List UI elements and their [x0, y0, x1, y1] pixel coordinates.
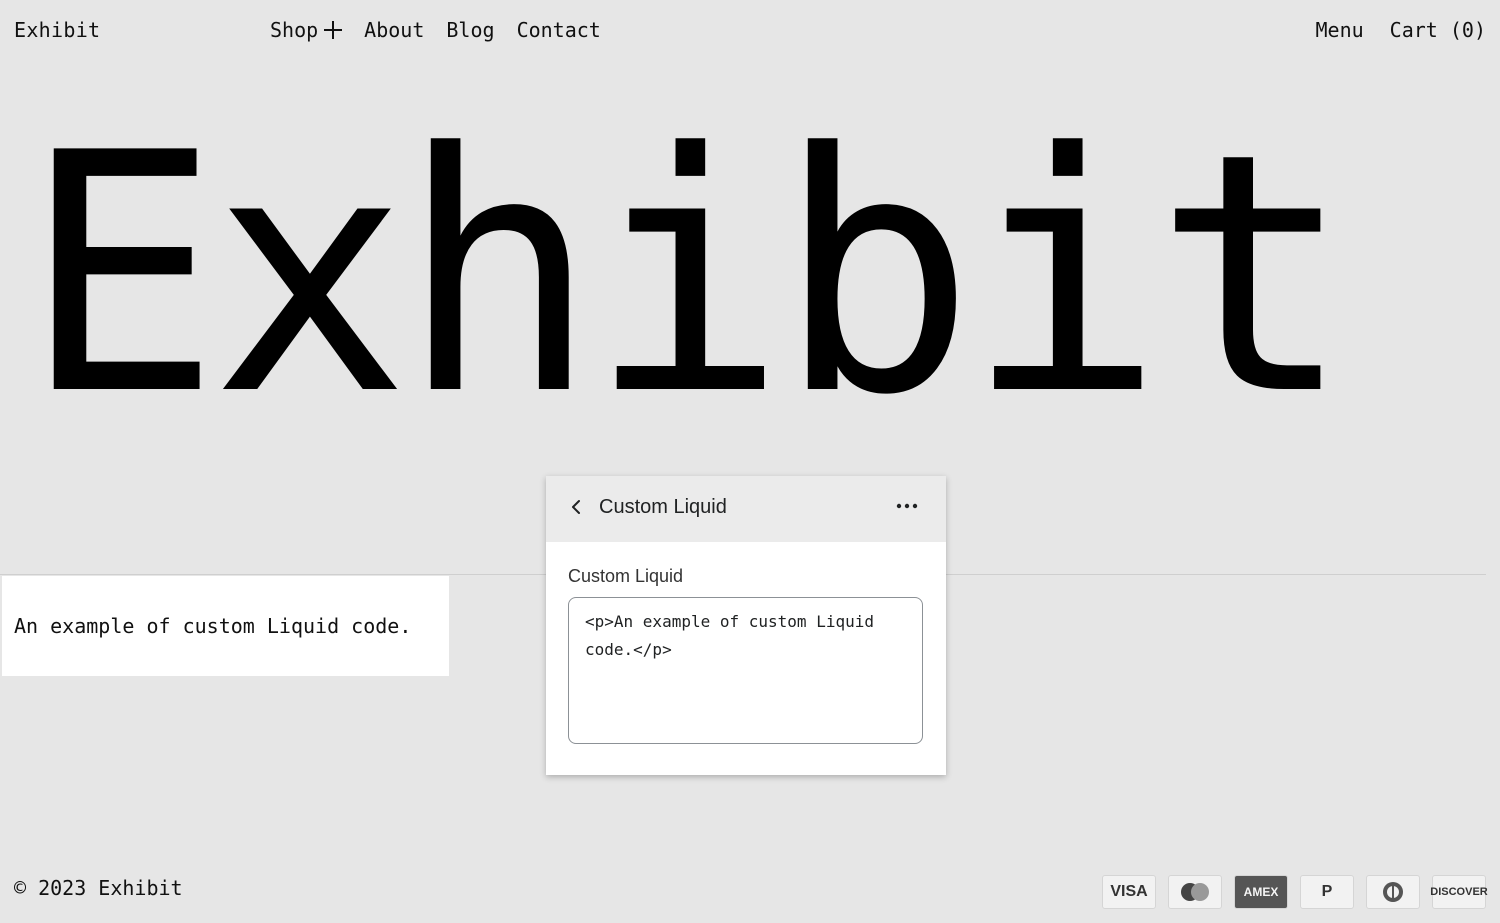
amex-label: AMEX	[1243, 885, 1279, 899]
custom-liquid-panel: Custom Liquid Custom Liquid <p>An exampl…	[546, 476, 946, 775]
nav-shop-label: Shop	[270, 18, 319, 42]
mastercard-icon	[1168, 875, 1222, 909]
main-nav: Shop About Blog Contact	[270, 18, 601, 42]
hero-title: Exhibit	[22, 83, 1353, 467]
chevron-left-icon[interactable]	[568, 498, 586, 516]
nav-contact-label: Contact	[516, 18, 601, 42]
visa-label: VISA	[1110, 883, 1148, 900]
diners-circle	[1383, 882, 1403, 902]
mastercard-circles	[1181, 883, 1209, 901]
custom-liquid-code-input[interactable]: <p>An example of custom Liquid code.</p>	[568, 597, 923, 744]
payment-icons: VISA AMEX P DISCOVER	[1102, 875, 1488, 909]
nav-blog[interactable]: Blog	[446, 18, 494, 42]
nav-blog-label: Blog	[446, 18, 495, 42]
discover-icon: DISCOVER	[1430, 875, 1488, 909]
brand-logo[interactable]: Exhibit	[14, 18, 100, 42]
nav-about[interactable]: About	[364, 18, 424, 42]
nav-contact[interactable]: Contact	[517, 18, 601, 42]
visa-icon: VISA	[1102, 875, 1156, 909]
cart-button[interactable]: Cart (0)	[1390, 18, 1486, 42]
paypal-label: P	[1321, 883, 1333, 900]
custom-liquid-text: An example of custom Liquid code.	[14, 614, 412, 638]
custom-liquid-label: Custom Liquid	[568, 566, 684, 586]
more-options-icon[interactable]	[894, 496, 920, 516]
nav-right: Menu Cart (0)	[1316, 18, 1487, 42]
nav-shop[interactable]: Shop	[270, 18, 343, 42]
menu-button[interactable]: Menu	[1316, 18, 1364, 42]
paypal-icon: P	[1300, 875, 1354, 909]
copyright: © 2023 Exhibit	[14, 876, 183, 900]
nav-about-label: About	[364, 18, 425, 42]
top-navigation: Exhibit Shop About Blog Contact Menu Car…	[0, 0, 1500, 64]
diners-icon	[1366, 875, 1420, 909]
panel-header: Custom Liquid	[546, 476, 946, 542]
custom-liquid-section[interactable]: An example of custom Liquid code.	[2, 576, 449, 676]
panel-title: Custom Liquid	[599, 496, 727, 518]
plus-icon	[324, 21, 343, 39]
panel-body: Custom Liquid <p>An example of custom Li…	[546, 542, 946, 768]
amex-icon: AMEX	[1234, 875, 1288, 909]
discover-label: DISCOVER	[1430, 886, 1488, 898]
